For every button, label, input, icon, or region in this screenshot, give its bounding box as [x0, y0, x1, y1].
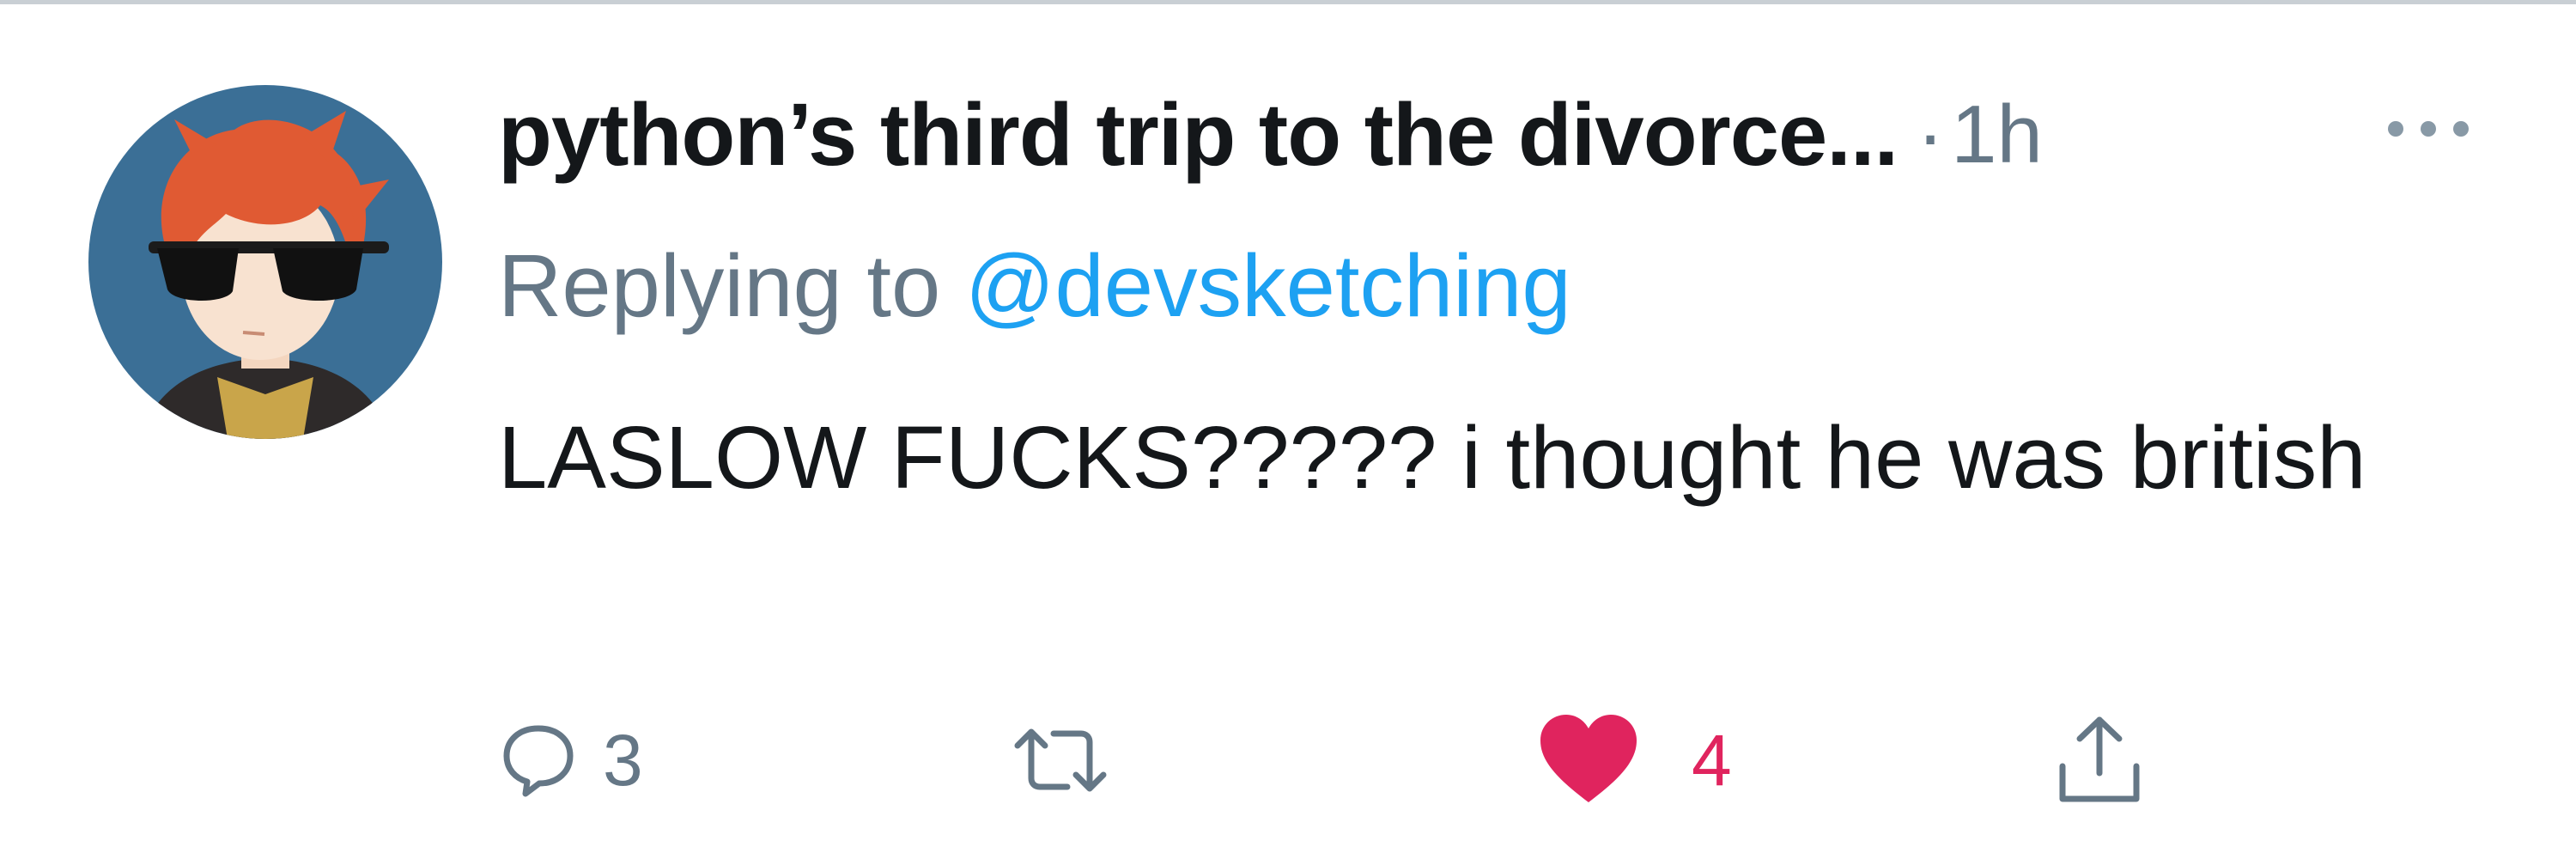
retweet-button[interactable]: [1009, 704, 1112, 816]
reply-button[interactable]: 3: [500, 704, 643, 816]
tweet-text: LASLOW FUCKS????? i thought he was briti…: [498, 408, 2366, 507]
separator-dot: ·: [1917, 88, 1945, 180]
more-icon[interactable]: [2379, 112, 2482, 146]
replying-to-line: Replying to @devsketching: [498, 230, 1571, 342]
like-button[interactable]: 4: [1537, 704, 1732, 816]
heart-icon: [1540, 715, 1637, 802]
timestamp[interactable]: 1h: [1951, 88, 2043, 182]
reply-icon: [503, 725, 574, 797]
display-name[interactable]: python’s third trip to the divorce...: [498, 84, 1899, 186]
replying-to-label: Replying to: [498, 236, 941, 335]
reply-count: 3: [603, 719, 643, 801]
retweet-icon: [1014, 728, 1107, 792]
share-button[interactable]: [2052, 704, 2147, 816]
avatar-image: [88, 85, 442, 439]
top-divider: [0, 0, 2576, 4]
tweet-header: python’s third trip to the divorce... · …: [498, 79, 2043, 191]
share-icon: [2059, 716, 2140, 802]
avatar[interactable]: [88, 85, 442, 439]
like-count: 4: [1692, 719, 1732, 801]
replying-to-handle[interactable]: @devsketching: [965, 236, 1571, 335]
